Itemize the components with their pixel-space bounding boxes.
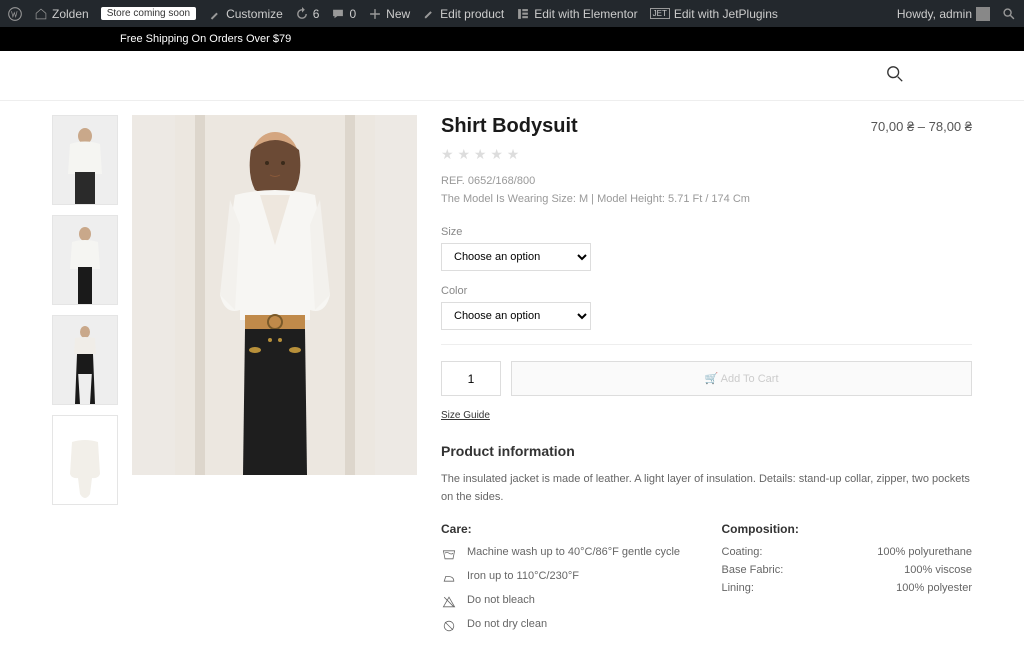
product-description: The insulated jacket is made of leather.… xyxy=(441,471,972,506)
size-label: Size xyxy=(441,226,972,238)
edit-elementor-link[interactable]: Edit with Elementor xyxy=(516,7,637,21)
care-bleach: Do not bleach xyxy=(441,594,692,610)
wp-admin-bar: Zolden Store coming soon Customize 6 0 N… xyxy=(0,0,1024,27)
thumbnail-1[interactable] xyxy=(52,115,118,205)
care-heading: Care: xyxy=(441,522,692,536)
new-link[interactable]: New xyxy=(368,7,410,21)
updates-link[interactable]: 6 xyxy=(295,7,320,21)
comp-base: Base Fabric:100% viscose xyxy=(722,564,973,576)
store-status-badge: Store coming soon xyxy=(101,7,196,20)
product-meta: REF. 0652/168/800 The Model Is Wearing S… xyxy=(441,173,972,208)
site-header xyxy=(0,51,1024,101)
care-wash: Machine wash up to 40°C/86°F gentle cycl… xyxy=(441,546,692,562)
comp-coating: Coating:100% polyurethane xyxy=(722,546,973,558)
care-iron: Iron up to 110°C/230°F xyxy=(441,570,692,586)
edit-product-link[interactable]: Edit product xyxy=(422,7,504,21)
thumbnail-4[interactable] xyxy=(52,415,118,505)
size-select[interactable]: Choose an option xyxy=(441,243,591,271)
composition-heading: Composition: xyxy=(722,522,973,536)
howdy-user[interactable]: Howdy, admin xyxy=(897,7,990,21)
color-label: Color xyxy=(441,285,972,297)
thumbnail-2[interactable] xyxy=(52,215,118,305)
product-title: Shirt Bodysuit xyxy=(441,115,578,138)
care-dryclean: Do not dry clean xyxy=(441,618,692,634)
product-details: Shirt Bodysuit 70,00 ₴ – 78,00 ₴ ★ ★ ★ ★… xyxy=(431,115,972,642)
wp-logo[interactable] xyxy=(8,7,22,21)
site-name[interactable]: Zolden xyxy=(34,7,89,21)
product-price: 70,00 ₴ – 78,00 ₴ xyxy=(871,119,972,134)
promo-banner: Free Shipping On Orders Over $79 xyxy=(0,27,1024,51)
rating-stars[interactable]: ★ ★ ★ ★ ★ xyxy=(441,146,972,163)
quantity-input[interactable] xyxy=(441,361,501,396)
color-select[interactable]: Choose an option xyxy=(441,302,591,330)
add-to-cart-button[interactable]: 🛒 Add To Cart xyxy=(511,361,972,396)
edit-jetplugins-link[interactable]: JETEdit with JetPlugins xyxy=(650,7,778,21)
search-icon[interactable] xyxy=(886,65,904,86)
product-thumbnails xyxy=(52,115,118,642)
size-guide-link[interactable]: Size Guide xyxy=(441,410,490,421)
info-heading: Product information xyxy=(441,443,972,459)
comments-link[interactable]: 0 xyxy=(331,7,356,21)
comp-lining: Lining:100% polyester xyxy=(722,582,973,594)
customize-link[interactable]: Customize xyxy=(208,7,283,21)
product-main-image[interactable] xyxy=(132,115,417,475)
user-avatar xyxy=(976,7,990,21)
thumbnail-3[interactable] xyxy=(52,315,118,405)
admin-search-icon[interactable] xyxy=(1002,7,1016,21)
